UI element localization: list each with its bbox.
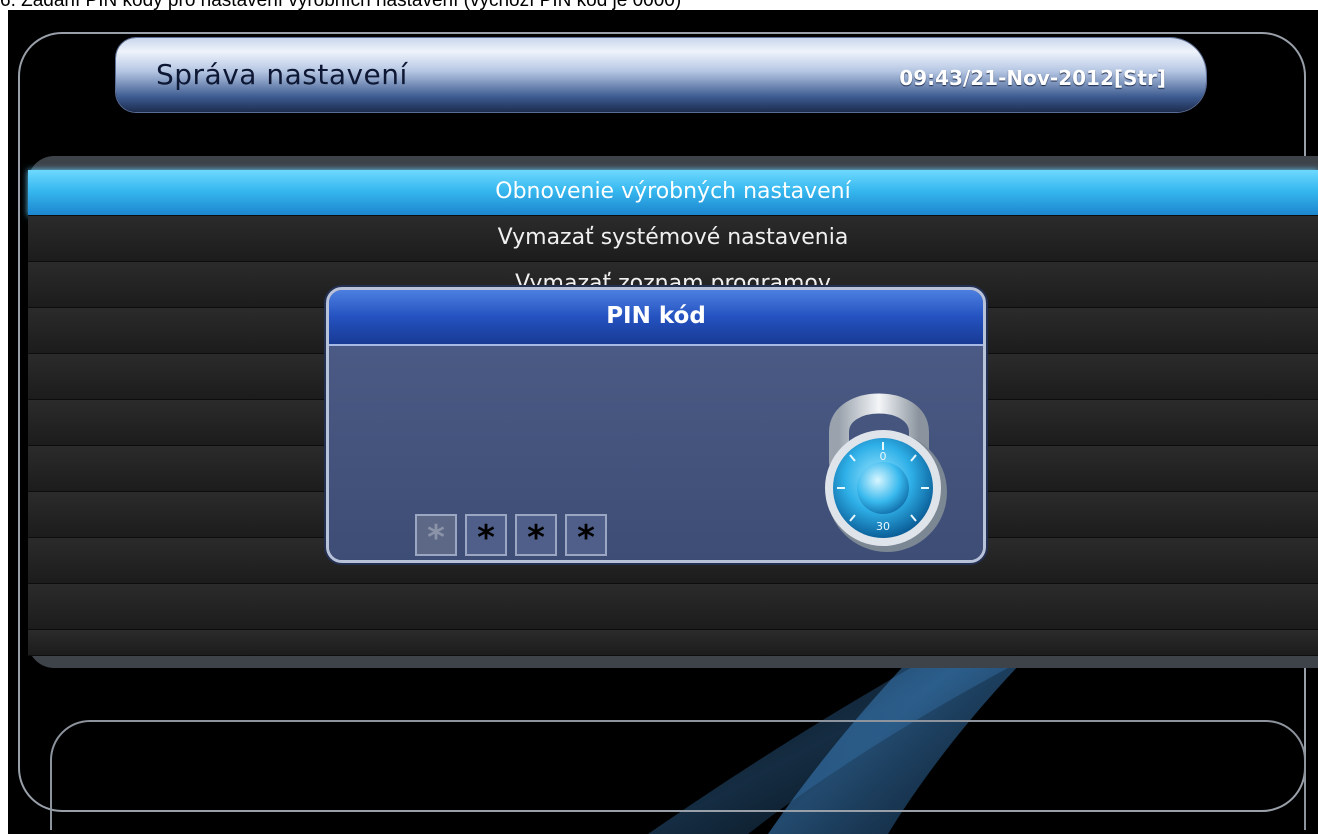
menu-item-clear-system-settings[interactable]: Vymazať systémové nastavenia xyxy=(28,216,1318,262)
datetime-display: 09:43/21-Nov-2012[Str] xyxy=(899,66,1166,90)
header-bar: Správa nastavení 09:43/21-Nov-2012[Str] xyxy=(116,38,1206,112)
pin-digit-4[interactable]: * xyxy=(565,514,607,558)
menu-item-label: Vymazať systémové nastavenia xyxy=(497,225,849,250)
dial-label-0: 0 xyxy=(880,450,887,463)
info-panel xyxy=(50,720,1306,830)
menu-row-empty xyxy=(28,630,1318,656)
dial-label-30: 30 xyxy=(876,520,890,533)
tv-screen: Správa nastavení 09:43/21-Nov-2012[Str] … xyxy=(8,10,1318,834)
pin-dialog: PIN kód * * * * 0 30 xyxy=(326,287,986,563)
menu-item-factory-reset[interactable]: Obnovenie výrobných nastavení xyxy=(28,170,1318,216)
pin-digit-1[interactable]: * xyxy=(415,514,457,558)
padlock-icon: 0 30 xyxy=(825,393,947,552)
pin-dialog-title: PIN kód xyxy=(329,290,983,346)
pin-digit-2[interactable]: * xyxy=(465,514,507,558)
pin-digit-3[interactable]: * xyxy=(515,514,557,558)
menu-row-empty xyxy=(28,584,1318,630)
menu-item-label: Obnovenie výrobných nastavení xyxy=(495,179,851,204)
pin-dialog-body: * * * * 0 30 xyxy=(329,346,983,560)
page-title: Správa nastavení xyxy=(156,58,408,91)
